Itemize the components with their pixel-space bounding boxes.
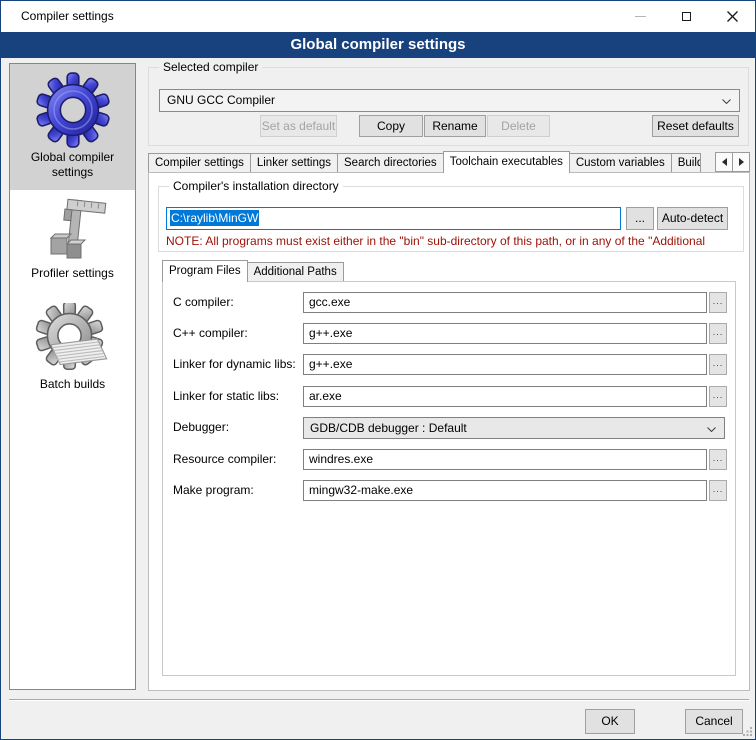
c-compiler-label: C compiler: [173, 292, 234, 313]
debugger-select[interactable]: GDB/CDB debugger : Default [303, 417, 725, 439]
linker-static-label: Linker for static libs: [173, 386, 279, 407]
toolchain-executables-page: Compiler's installation directory C:\ray… [148, 172, 750, 691]
delete-button: Delete [487, 115, 550, 137]
debugger-select-value: GDB/CDB debugger : Default [310, 421, 467, 435]
linker-static-input[interactable]: ar.exe [303, 386, 707, 407]
page-title: Global compiler settings [290, 36, 465, 53]
auto-detect-button[interactable]: Auto-detect [657, 207, 728, 230]
make-program-input[interactable]: mingw32-make.exe [303, 480, 707, 501]
sidebar-item-label: Global compiler settings [12, 148, 133, 180]
linker-dynamic-browse-button[interactable]: ... [709, 354, 727, 375]
cpp-compiler-input[interactable]: g++.exe [303, 323, 707, 344]
footer-divider [9, 699, 749, 701]
maximize-button[interactable] [663, 1, 709, 32]
make-program-browse-button[interactable]: ... [709, 480, 727, 501]
compiler-settings-dialog: Compiler settings Global compiler settin… [0, 0, 756, 740]
installation-directory-input[interactable]: C:\raylib\MinGW [166, 207, 621, 230]
titlebar[interactable]: Compiler settings [1, 1, 755, 32]
gear-blue-icon [35, 72, 111, 148]
close-button[interactable] [709, 1, 755, 32]
subtab-program-files[interactable]: Program Files [162, 260, 248, 282]
c-compiler-browse-button[interactable]: ... [709, 292, 727, 313]
chevron-down-icon [707, 427, 716, 432]
c-compiler-input[interactable]: gcc.exe [303, 292, 707, 313]
arrow-left-icon [722, 158, 727, 166]
resource-compiler-input[interactable]: windres.exe [303, 449, 707, 470]
close-icon [727, 11, 738, 22]
maximize-icon [682, 12, 691, 21]
installation-directory-selected-text: C:\raylib\MinGW [170, 210, 259, 226]
program-files-page: C compiler: gcc.exe ... C++ compiler: g+… [162, 281, 736, 676]
sidebar-item-global-compiler-settings[interactable]: Global compiler settings [10, 64, 135, 190]
reset-defaults-button[interactable]: Reset defaults [652, 115, 739, 137]
tab-scroll-buttons [716, 152, 750, 172]
installation-directory-browse-button[interactable]: ... [626, 207, 654, 230]
arrow-right-icon [739, 158, 744, 166]
gear-gray-stack-icon [34, 303, 112, 375]
tab-toolchain-executables[interactable]: Toolchain executables [443, 151, 570, 173]
make-program-label: Make program: [173, 480, 254, 501]
resource-compiler-label: Resource compiler: [173, 449, 276, 470]
set-as-default-button: Set as default [260, 115, 337, 137]
cpp-compiler-label: C++ compiler: [173, 323, 248, 344]
tab-linker-settings[interactable]: Linker settings [250, 153, 338, 172]
compiler-select[interactable]: GNU GCC Compiler [159, 89, 740, 112]
installation-directory-note: NOTE: All programs must exist either in … [166, 234, 742, 248]
tab-scroll-left-button[interactable] [715, 152, 733, 172]
chevron-down-icon [722, 99, 731, 104]
resize-grip[interactable] [743, 727, 752, 736]
sidebar-item-label: Batch builds [10, 375, 135, 392]
tab-custom-variables[interactable]: Custom variables [569, 153, 672, 172]
resource-compiler-browse-button[interactable]: ... [709, 449, 727, 470]
linker-dynamic-label: Linker for dynamic libs: [173, 354, 296, 375]
tab-scroll-right-button[interactable] [732, 152, 750, 172]
settings-category-list: Global compiler settings Profiler sett [9, 63, 136, 690]
dialog-header: Global compiler settings [1, 32, 755, 58]
compiler-select-value: GNU GCC Compiler [167, 93, 275, 107]
minimize-icon [635, 16, 646, 17]
minimize-button[interactable] [617, 1, 663, 32]
cancel-button[interactable]: Cancel [685, 709, 743, 734]
tab-search-directories[interactable]: Search directories [337, 153, 444, 172]
subtab-additional-paths[interactable]: Additional Paths [247, 262, 344, 281]
installation-directory-group: Compiler's installation directory C:\ray… [158, 186, 744, 252]
window-controls [617, 1, 755, 32]
window-title: Compiler settings [21, 9, 114, 23]
tab-compiler-settings[interactable]: Compiler settings [148, 153, 251, 172]
selected-compiler-group: Selected compiler GNU GCC Compiler Set a… [148, 67, 749, 146]
selected-compiler-group-label: Selected compiler [159, 60, 262, 75]
programs-subtabbar: Program Files Additional Paths [162, 260, 736, 282]
ok-button[interactable]: OK [585, 709, 635, 734]
debugger-label: Debugger: [173, 417, 229, 438]
linker-static-browse-button[interactable]: ... [709, 386, 727, 407]
sidebar-item-profiler-settings[interactable]: Profiler settings [10, 190, 135, 281]
copy-button[interactable]: Copy [359, 115, 423, 137]
rename-button[interactable]: Rename [424, 115, 486, 137]
installation-directory-group-label: Compiler's installation directory [169, 179, 343, 194]
sidebar-item-label: Profiler settings [10, 264, 135, 281]
linker-dynamic-input[interactable]: g++.exe [303, 354, 707, 375]
tab-build-options[interactable]: Build options [671, 153, 701, 172]
cpp-compiler-browse-button[interactable]: ... [709, 323, 727, 344]
caliper-icon [37, 198, 109, 264]
sidebar-item-batch-builds[interactable]: Batch builds [10, 281, 135, 392]
settings-tabbar: Compiler settings Linker settings Search… [148, 151, 750, 173]
